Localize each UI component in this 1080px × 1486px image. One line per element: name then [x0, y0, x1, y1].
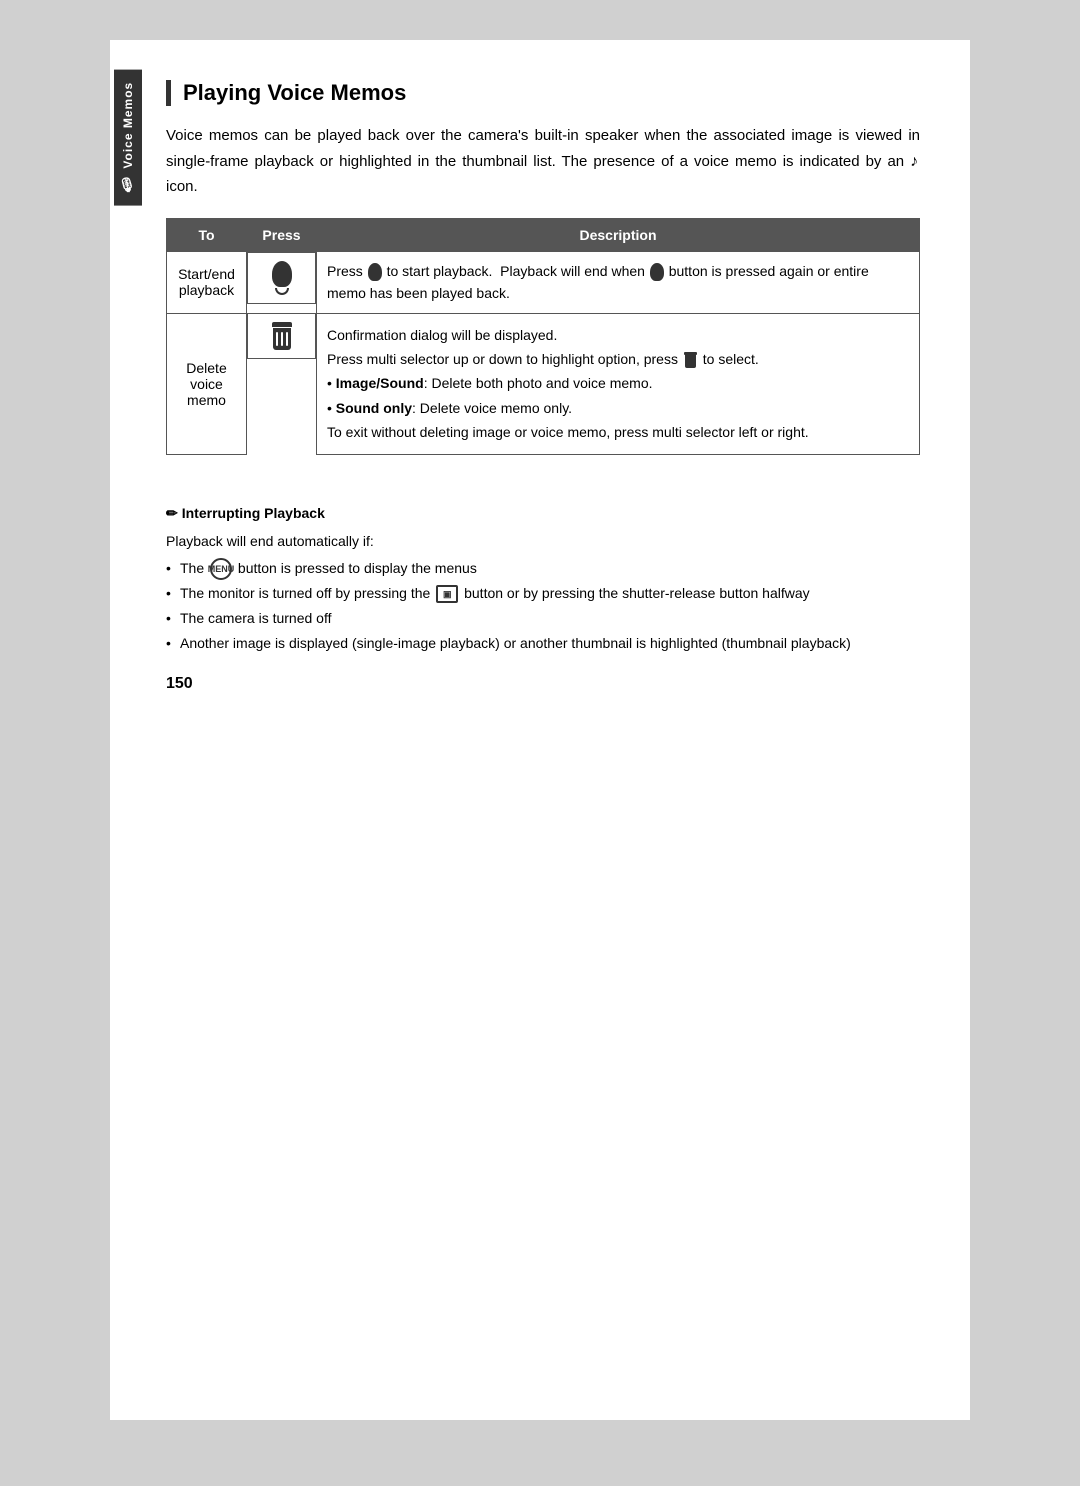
- main-content: Playing Voice Memos Voice memos can be p…: [146, 40, 970, 1420]
- list-item-2: The monitor is turned off by pressing th…: [166, 582, 920, 605]
- note-list: The MENU button is pressed to display th…: [166, 557, 920, 656]
- to-cell-delete: Deletevoicememo: [167, 313, 247, 454]
- trash-line-2: [281, 332, 283, 346]
- mic-body: [272, 261, 292, 287]
- press-cell-trash: [247, 313, 316, 359]
- sidebar-label: Voice Memos: [121, 82, 135, 169]
- note-section: ✏ Interrupting Playback Playback will en…: [166, 495, 920, 656]
- list-item-4: Another image is displayed (single-image…: [166, 632, 920, 655]
- sidebar: 🎙 Voice Memos: [110, 40, 146, 1420]
- mic-base: [275, 288, 289, 295]
- instruction-table: To Press Description Start/endplayback: [166, 218, 920, 455]
- inline-mic-icon-2: [650, 263, 664, 281]
- title-section: Playing Voice Memos: [166, 80, 920, 106]
- sidebar-tab: 🎙 Voice Memos: [114, 70, 142, 206]
- desc-cell-delete: Confirmation dialog will be displayed. P…: [317, 313, 920, 454]
- table-header-row: To Press Description: [167, 218, 920, 251]
- note-title: ✏ Interrupting Playback: [166, 505, 920, 522]
- page-title: Playing Voice Memos: [183, 80, 920, 106]
- image-sound-term: Image/Sound: [336, 375, 424, 391]
- pencil-icon: ✏: [166, 505, 178, 522]
- desc-line-5: To exit without deleting image or voice …: [327, 421, 909, 443]
- note-intro: Playback will end automatically if:: [166, 530, 920, 553]
- header-description: Description: [317, 218, 920, 251]
- desc-cell-playback: Press to start playback. Playback will e…: [317, 251, 920, 313]
- menu-icon: MENU: [210, 558, 232, 580]
- mic-button-icon: [272, 261, 292, 295]
- trash-body: [273, 328, 291, 350]
- desc-line-4: • Sound only: Delete voice memo only.: [327, 397, 909, 419]
- intro-text: Voice memos can be played back over the …: [166, 127, 920, 170]
- monitor-icon: ▣: [436, 585, 458, 603]
- desc-line-2: Press multi selector up or down to highl…: [327, 348, 909, 370]
- page: 🎙 Voice Memos Playing Voice Memos Voice …: [110, 40, 970, 1420]
- desc-line-1: Confirmation dialog will be displayed.: [327, 324, 909, 346]
- trash-lid: [272, 322, 292, 327]
- header-press: Press: [247, 218, 317, 251]
- inline-mic-icon-1: [368, 263, 382, 281]
- music-note-icon: ♪: [910, 153, 920, 170]
- sound-only-term: Sound only: [336, 400, 412, 416]
- trash-line-3: [286, 332, 288, 346]
- table-row-playback: Start/endplayback Press to start playbac…: [167, 251, 920, 313]
- trash-button-icon: [272, 322, 292, 350]
- list-item-1: The MENU button is pressed to display th…: [166, 557, 920, 580]
- intro-suffix: icon.: [166, 178, 198, 195]
- page-number: 150: [166, 675, 920, 693]
- header-to: To: [167, 218, 247, 251]
- sidebar-mic-icon: 🎙: [120, 175, 136, 194]
- inline-trash-icon: [684, 352, 697, 368]
- desc-line-3: • Image/Sound: Delete both photo and voi…: [327, 372, 909, 394]
- note-title-text: Interrupting Playback: [182, 505, 325, 521]
- intro-paragraph: Voice memos can be played back over the …: [166, 124, 920, 200]
- to-cell-playback: Start/endplayback: [167, 251, 247, 313]
- press-cell-mic: [247, 252, 316, 304]
- trash-line-1: [276, 332, 278, 346]
- table-row-delete: Deletevoicememo Confir: [167, 313, 920, 454]
- list-item-3: The camera is turned off: [166, 607, 920, 630]
